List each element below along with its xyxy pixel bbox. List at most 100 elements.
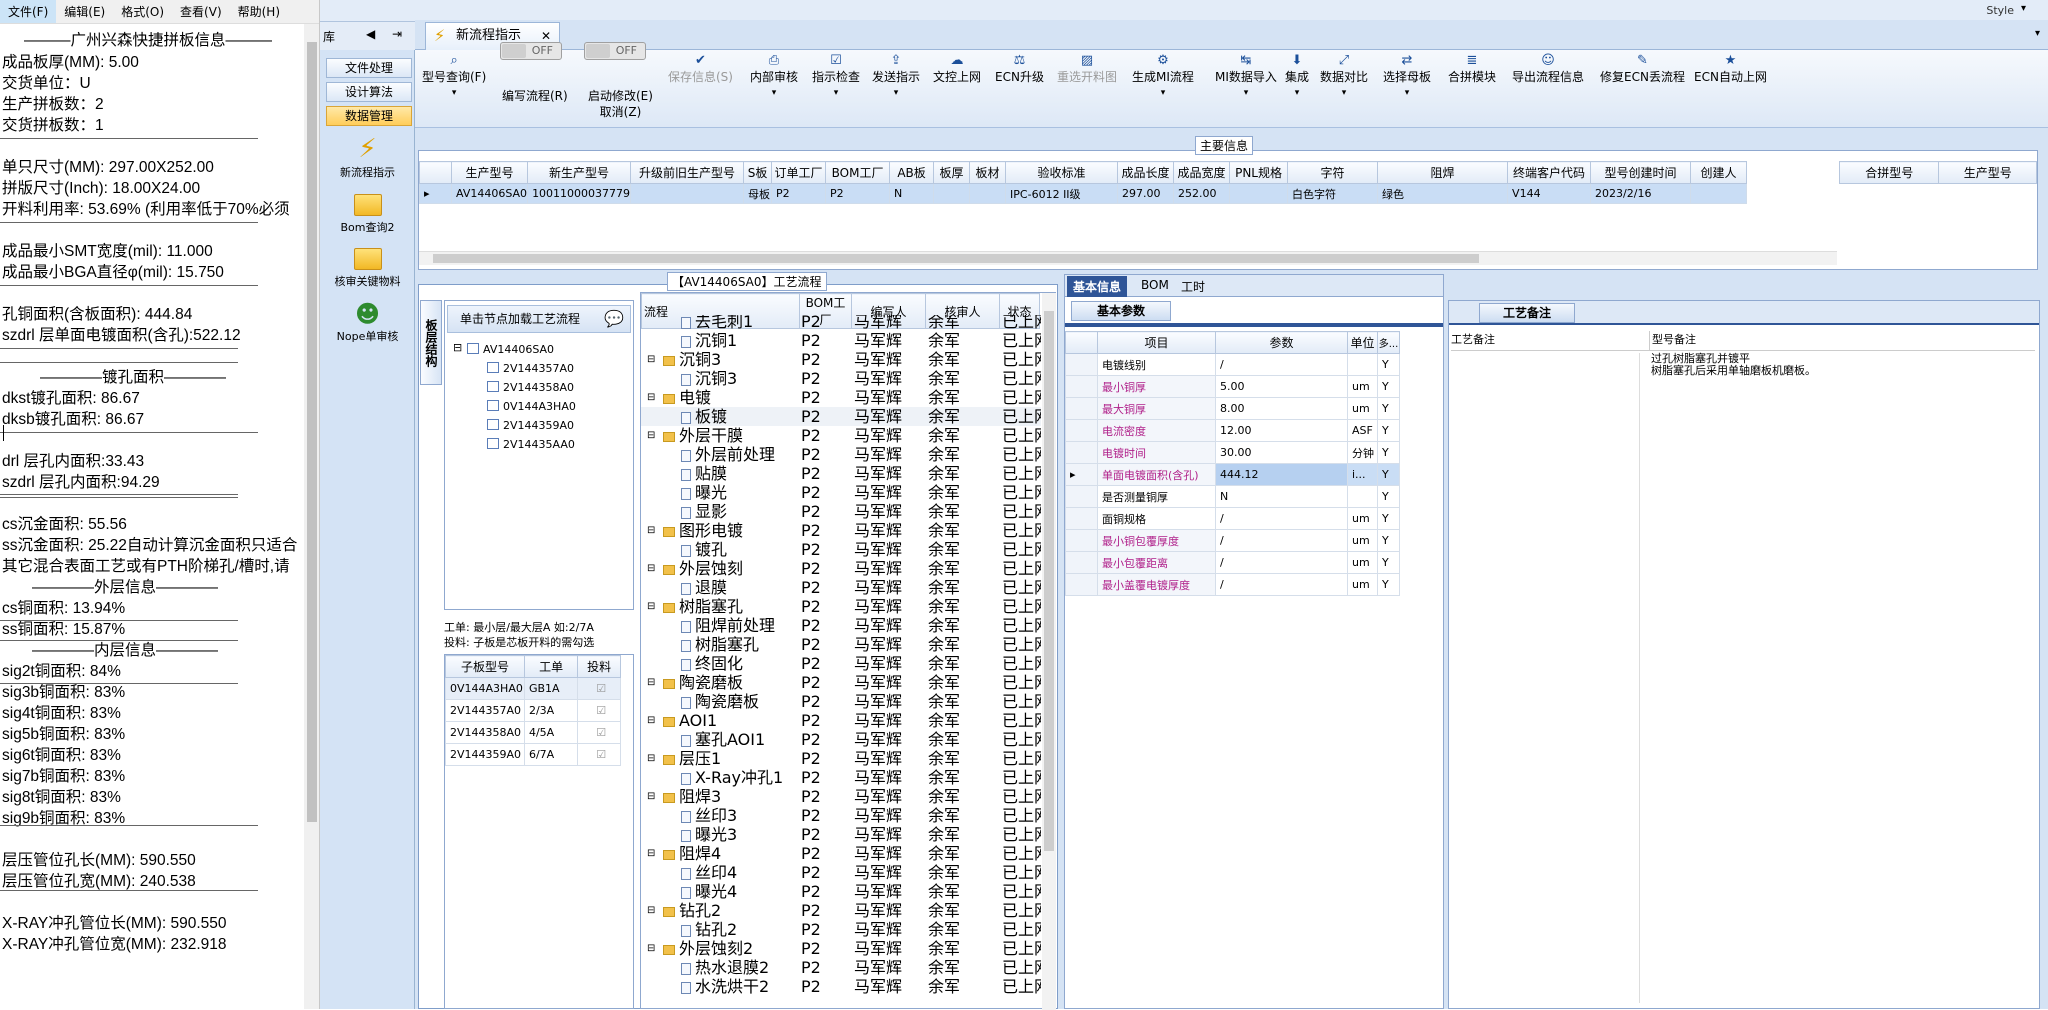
param-value[interactable]: / xyxy=(1215,507,1348,530)
table-cell[interactable]: 252.00 xyxy=(1173,183,1231,204)
flow-row[interactable]: ⊟ 沉铜3 P2 马军辉 余军 已上网 xyxy=(641,350,1041,369)
sidebar-button-data[interactable]: 数据管理 xyxy=(326,106,412,126)
collapse-icon[interactable]: ⊟ xyxy=(647,673,655,692)
expand-icon[interactable]: ⊟ xyxy=(453,341,462,354)
sidebar-item-material[interactable]: 核审关键物料 xyxy=(320,248,415,289)
flow-row[interactable]: 曝光 P2 马军辉 余军 已上网 xyxy=(641,483,1041,502)
chevron-down-icon[interactable]: ▾ xyxy=(2021,3,2026,14)
column-header[interactable]: 生产型号 xyxy=(450,161,529,184)
flow-row[interactable]: ⊟ 钻孔2 P2 马军辉 余军 已上网 xyxy=(641,901,1041,920)
flow-row[interactable]: 热水退膜2 P2 马军辉 余军 已上网 xyxy=(641,958,1041,977)
toolbar-button[interactable]: ⚖ ECN升级 xyxy=(995,53,1044,85)
table-row[interactable]: 电镀时间 30.00 分钟 Y xyxy=(1065,441,1400,464)
table-cell[interactable] xyxy=(969,183,1007,204)
column-header[interactable]: 投料 xyxy=(577,655,621,678)
column-header[interactable]: 板厚 xyxy=(933,161,971,184)
toolbar-button[interactable]: ⇄ 选择母板 ▾ xyxy=(1383,53,1431,101)
column-header[interactable]: 订单工厂 xyxy=(771,161,827,184)
tree-node[interactable]: 0V144A3HA0 xyxy=(487,400,576,413)
column-header[interactable]: S板 xyxy=(743,161,773,184)
flow-row[interactable]: ⊟ 外层蚀刻 P2 马军辉 余军 已上网 xyxy=(641,559,1041,578)
table-cell[interactable]: P2 xyxy=(771,183,827,204)
table-row[interactable]: 0V144A3HA0 GB1A ☑ xyxy=(445,677,621,700)
tab-bom[interactable]: BOM xyxy=(1141,278,1169,292)
flow-row[interactable]: 塞孔AOI1 P2 马军辉 余军 已上网 xyxy=(641,730,1041,749)
table-cell[interactable]: 母板 xyxy=(743,183,773,204)
checkbox-cell[interactable]: ☑ xyxy=(577,677,621,700)
flow-row[interactable]: ⊟ 图形电镀 P2 马军辉 余军 已上网 xyxy=(641,521,1041,540)
column-header[interactable]: 板材 xyxy=(969,161,1007,184)
flow-row[interactable]: 曝光3 P2 马军辉 余军 已上网 xyxy=(641,825,1041,844)
column-header[interactable]: 字符 xyxy=(1287,161,1379,184)
toolbar-button[interactable]: ✎ 修复ECN丢流程 xyxy=(1600,53,1685,85)
collapse-icon[interactable]: ⊟ xyxy=(647,388,655,407)
scroll-thumb[interactable] xyxy=(1044,311,1054,851)
flow-row[interactable]: 阻焊前处理 P2 马军辉 余军 已上网 xyxy=(641,616,1041,635)
table-cell[interactable]: 297.00 xyxy=(1117,183,1175,204)
param-value[interactable]: 5.00 xyxy=(1215,375,1348,398)
flow-row[interactable]: 丝印4 P2 马军辉 余军 已上网 xyxy=(641,863,1041,882)
toolbar-button[interactable]: ⌕ 型号查询(F) ▾ xyxy=(422,53,486,101)
flow-row[interactable]: 水洗烘干2 P2 马军辉 余军 已上网 xyxy=(641,977,1041,996)
column-header[interactable]: 新生产型号 xyxy=(527,161,632,184)
column-header[interactable]: 子板型号 xyxy=(445,655,525,678)
checkbox-cell[interactable]: ☑ xyxy=(577,743,621,766)
load-process-button[interactable]: 单击节点加载工艺流程 💬 xyxy=(447,305,631,333)
column-header[interactable]: 成品长度 xyxy=(1117,161,1175,184)
toggle-switch[interactable]: OFF xyxy=(584,42,646,60)
param-value[interactable]: 12.00 xyxy=(1215,419,1348,442)
toolbar-button[interactable]: ▨ 重选开料图 xyxy=(1057,53,1117,85)
column-header[interactable]: AB板 xyxy=(889,161,935,184)
column-header[interactable]: 项目 xyxy=(1097,331,1216,354)
notepad-menu-item[interactable]: 文件(F) xyxy=(0,0,57,23)
collapse-icon[interactable]: ⊟ xyxy=(647,711,655,730)
table-cell[interactable]: N xyxy=(889,183,935,204)
flow-row[interactable]: 树脂塞孔 P2 马军辉 余军 已上网 xyxy=(641,635,1041,654)
table-cell[interactable]: IPC-6012 II级 xyxy=(1005,183,1119,204)
column-header[interactable]: 合拼型号 xyxy=(1838,161,1940,184)
toolbar-button[interactable]: ⎙ 内部审核 ▾ xyxy=(750,53,798,101)
collapse-icon[interactable]: ⊟ xyxy=(647,426,655,445)
table-cell[interactable]: P2 xyxy=(825,183,891,204)
table-cell[interactable] xyxy=(933,183,971,204)
flow-row[interactable]: ⊟ 电镀 P2 马军辉 余军 已上网 xyxy=(641,388,1041,407)
tab-basic-params[interactable]: 基本参数 xyxy=(1071,301,1171,321)
column-header[interactable]: 阻焊 xyxy=(1377,161,1509,184)
flow-row[interactable]: 丝印3 P2 马军辉 余军 已上网 xyxy=(641,806,1041,825)
flow-row[interactable]: ⊟ 外层干膜 P2 马军辉 余军 已上网 xyxy=(641,426,1041,445)
toolbar-button[interactable]: ⤢ 数据对比 ▾ xyxy=(1320,53,1368,101)
flow-row[interactable]: 陶瓷磨板 P2 马军辉 余军 已上网 xyxy=(641,692,1041,711)
table-cell[interactable]: 白色字符 xyxy=(1287,183,1379,204)
tab-process-remark[interactable]: 工艺备注 xyxy=(1479,303,1575,323)
flow-row[interactable]: X-Ray冲孔1 P2 马军辉 余军 已上网 xyxy=(641,768,1041,787)
flow-row[interactable]: 终固化 P2 马军辉 余军 已上网 xyxy=(641,654,1041,673)
flow-row[interactable]: 钻孔2 P2 马军辉 余军 已上网 xyxy=(641,920,1041,939)
table-cell[interactable]: 2023/2/16 xyxy=(1590,183,1692,204)
param-value[interactable]: / xyxy=(1215,573,1348,596)
table-cell[interactable]: 10011000037779 xyxy=(527,183,632,204)
column-header[interactable]: 工单 xyxy=(523,655,579,678)
sidebar-button-file[interactable]: 文件处理 xyxy=(326,58,412,78)
flow-row[interactable]: 曝光4 P2 马军辉 余军 已上网 xyxy=(641,882,1041,901)
sidebar-button-algorithm[interactable]: 设计算法 xyxy=(326,82,412,102)
table-cell[interactable]: AV14406SA0 xyxy=(450,183,529,204)
tree-node[interactable]: 2V144358A0 xyxy=(487,381,574,394)
param-value[interactable]: 30.00 xyxy=(1215,441,1348,464)
column-header[interactable]: 生产型号 xyxy=(1938,161,2037,184)
table-row[interactable]: 2V144357A0 2/3A ☑ xyxy=(445,699,621,722)
table-row[interactable]: 最小盖覆电镀厚度 / um Y xyxy=(1065,573,1400,596)
chevron-down-icon[interactable]: ▾ xyxy=(2035,28,2040,39)
flow-row[interactable]: 去毛刺1 P2 马军辉 余军 已上网 xyxy=(641,315,1041,331)
table-row[interactable]: 面铜规格 / um Y xyxy=(1065,507,1400,530)
toggle-switch[interactable]: OFF xyxy=(500,42,562,60)
toolbar-button[interactable]: ⇪ 发送指示 ▾ xyxy=(872,53,920,101)
notepad-menu-item[interactable]: 帮助(H) xyxy=(230,0,288,23)
column-header[interactable]: 单位 xyxy=(1347,331,1378,354)
tab-basic-info[interactable]: 基本信息 xyxy=(1067,276,1128,297)
dropdown-arrow-icon[interactable]: ▾ xyxy=(1215,85,1277,101)
table-row[interactable]: 最大铜厚 8.00 um Y xyxy=(1065,397,1400,420)
table-row[interactable]: 最小包覆距离 / um Y xyxy=(1065,551,1400,574)
param-value[interactable]: 444.12 xyxy=(1215,463,1348,486)
table-cell[interactable] xyxy=(1229,183,1289,204)
dropdown-arrow-icon[interactable]: ▾ xyxy=(1132,85,1194,101)
